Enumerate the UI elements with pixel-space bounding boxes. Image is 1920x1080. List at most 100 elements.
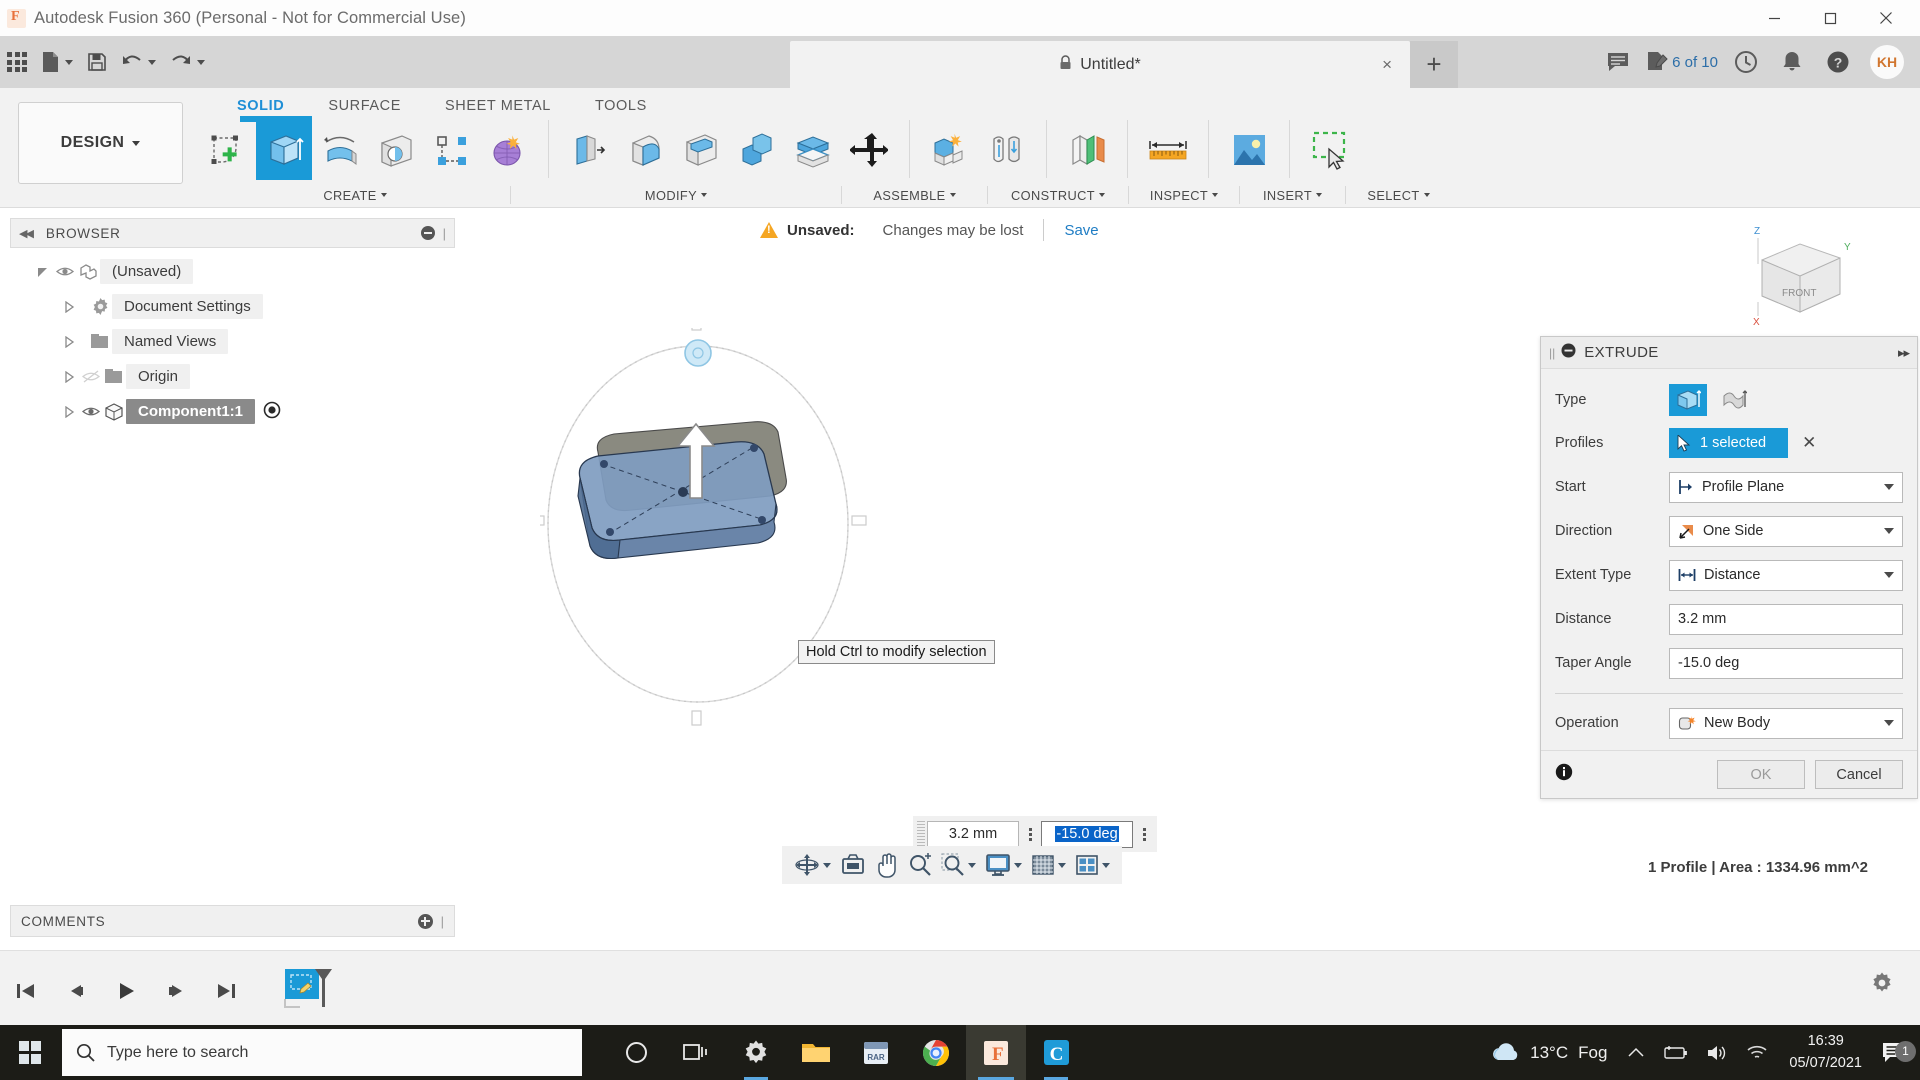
angle-options-icon[interactable] bbox=[1135, 826, 1153, 843]
tab-tools[interactable]: TOOLS bbox=[573, 94, 669, 118]
bell-icon[interactable] bbox=[1770, 36, 1814, 88]
browser-node-named-views[interactable]: Named Views bbox=[10, 324, 455, 359]
extrude-icon[interactable] bbox=[240, 116, 312, 180]
maximize-icon[interactable] bbox=[1802, 0, 1858, 36]
sketch-feature-icon[interactable] bbox=[282, 965, 334, 1017]
minimize-icon[interactable] bbox=[1746, 0, 1802, 36]
design-workspace-selector[interactable]: DESIGN bbox=[18, 102, 183, 184]
fillet-icon[interactable] bbox=[617, 120, 673, 180]
start-dropdown[interactable]: Profile Plane bbox=[1669, 471, 1903, 503]
rectangular-pattern-icon[interactable] bbox=[424, 120, 480, 180]
view-cube[interactable]: FRONT Z X Y bbox=[1732, 220, 1862, 330]
windows-start-icon[interactable] bbox=[0, 1025, 60, 1080]
chevron-up-icon[interactable] bbox=[1619, 1025, 1653, 1080]
profiles-selection-button[interactable]: 1 selected bbox=[1669, 428, 1789, 458]
fusion360-icon[interactable]: F bbox=[966, 1025, 1026, 1080]
help-icon[interactable]: ? bbox=[1816, 36, 1860, 88]
group-create[interactable]: CREATE bbox=[200, 184, 510, 206]
offset-plane-icon[interactable] bbox=[1059, 120, 1115, 180]
group-select[interactable]: SELECT bbox=[1346, 184, 1451, 206]
zoom-icon[interactable] bbox=[904, 848, 936, 882]
insert-canvas-icon[interactable] bbox=[1221, 120, 1277, 180]
grip-icon[interactable]: || bbox=[1549, 346, 1555, 360]
revolve-icon[interactable] bbox=[312, 120, 368, 180]
tab-surface[interactable]: SURFACE bbox=[306, 94, 423, 118]
play-icon[interactable] bbox=[108, 973, 144, 1009]
move-copy-icon[interactable] bbox=[841, 120, 897, 180]
close-icon[interactable] bbox=[1858, 0, 1914, 36]
extrude-profile-icon[interactable] bbox=[1669, 384, 1707, 416]
app-c-icon[interactable]: C bbox=[1026, 1025, 1086, 1080]
redo-icon[interactable] bbox=[163, 36, 212, 88]
step-back-icon[interactable] bbox=[58, 973, 94, 1009]
plus-circle-icon[interactable] bbox=[417, 913, 433, 929]
step-forward-icon[interactable] bbox=[158, 973, 194, 1009]
cancel-button[interactable]: Cancel bbox=[1815, 760, 1903, 789]
operation-dropdown[interactable]: New Body bbox=[1669, 707, 1903, 739]
tab-close-icon[interactable]: × bbox=[1382, 55, 1392, 75]
activate-component-radio[interactable] bbox=[263, 401, 281, 423]
info-icon[interactable] bbox=[1555, 763, 1573, 786]
group-construct[interactable]: CONSTRUCT bbox=[988, 184, 1128, 206]
comments-panel[interactable]: COMMENTS | bbox=[10, 905, 455, 937]
taper-angle-input[interactable]: -15.0 deg bbox=[1669, 647, 1903, 679]
browser-node-document-settings[interactable]: Document Settings bbox=[10, 289, 455, 324]
clock-icon[interactable] bbox=[1724, 36, 1768, 88]
cortana-icon[interactable] bbox=[606, 1025, 666, 1080]
group-inspect[interactable]: INSPECT bbox=[1129, 184, 1239, 206]
weather-widget[interactable]: 13°C Fog bbox=[1478, 1042, 1619, 1064]
orbit-icon[interactable] bbox=[790, 848, 835, 882]
new-component-icon[interactable] bbox=[922, 120, 978, 180]
winrar-icon[interactable]: RAR bbox=[846, 1025, 906, 1080]
double-chevron-right-icon[interactable]: ▸▸ bbox=[1898, 345, 1910, 361]
timeline-settings-gear-icon[interactable] bbox=[1870, 971, 1894, 1000]
volume-icon[interactable] bbox=[1697, 1025, 1737, 1080]
new-tab-button[interactable]: + bbox=[1410, 41, 1458, 88]
offset-face-icon[interactable] bbox=[785, 120, 841, 180]
measure-icon[interactable] bbox=[1140, 120, 1196, 180]
save-icon[interactable] bbox=[80, 36, 114, 88]
save-link[interactable]: Save bbox=[1064, 222, 1098, 239]
tab-sheet-metal[interactable]: SHEET METAL bbox=[423, 94, 573, 118]
distance-input[interactable]: 3.2 mm bbox=[927, 820, 1019, 848]
settings-icon[interactable] bbox=[726, 1025, 786, 1080]
jobs-status[interactable]: 6 of 10 bbox=[1642, 36, 1722, 88]
direction-dropdown[interactable]: One Side bbox=[1669, 515, 1903, 547]
disclosure-collapsed-icon[interactable] bbox=[58, 296, 80, 318]
document-tab[interactable]: Untitled* × bbox=[790, 41, 1410, 88]
model-viewport-graphics[interactable] bbox=[540, 328, 960, 728]
zoom-window-icon[interactable] bbox=[937, 848, 980, 882]
task-view-icon[interactable] bbox=[666, 1025, 726, 1080]
disclosure-collapsed-icon[interactable] bbox=[58, 366, 80, 388]
distance-options-icon[interactable] bbox=[1021, 826, 1039, 843]
visibility-eye-off-icon[interactable] bbox=[80, 370, 102, 383]
visibility-eye-icon[interactable] bbox=[80, 405, 102, 418]
undo-icon[interactable] bbox=[114, 36, 163, 88]
wifi-icon[interactable] bbox=[1737, 1025, 1777, 1080]
browser-node-origin[interactable]: Origin bbox=[10, 359, 455, 394]
collapse-left-icon[interactable]: ◀◀ bbox=[19, 227, 34, 240]
ok-button[interactable]: OK bbox=[1717, 760, 1805, 789]
go-to-end-icon[interactable] bbox=[208, 973, 244, 1009]
minus-circle-icon[interactable] bbox=[1561, 343, 1576, 363]
pan-icon[interactable] bbox=[871, 848, 903, 882]
chrome-icon[interactable] bbox=[906, 1025, 966, 1080]
browser-node-unsaved[interactable]: (Unsaved) bbox=[10, 254, 455, 289]
minus-circle-icon[interactable] bbox=[420, 226, 435, 240]
new-document-icon[interactable] bbox=[34, 36, 80, 88]
grid-snaps-icon[interactable] bbox=[1027, 848, 1070, 882]
tab-solid[interactable]: SOLID bbox=[215, 94, 306, 118]
viewports-icon[interactable] bbox=[1071, 848, 1114, 882]
avatar[interactable]: KH bbox=[1870, 45, 1904, 79]
action-center-icon[interactable]: 1 bbox=[1874, 1040, 1916, 1064]
joint-icon[interactable] bbox=[978, 120, 1034, 180]
display-settings-icon[interactable] bbox=[981, 848, 1026, 882]
visibility-eye-icon[interactable] bbox=[54, 265, 76, 278]
disclosure-collapsed-icon[interactable] bbox=[58, 401, 80, 423]
taper-angle-input[interactable]: -15.0 deg bbox=[1041, 820, 1133, 848]
battery-charging-icon[interactable] bbox=[1653, 1025, 1697, 1080]
clear-selection-icon[interactable]: ✕ bbox=[1802, 433, 1816, 453]
clock[interactable]: 16:39 05/07/2021 bbox=[1777, 1031, 1874, 1073]
disclosure-collapsed-icon[interactable] bbox=[58, 331, 80, 353]
extent-type-dropdown[interactable]: Distance bbox=[1669, 559, 1903, 591]
